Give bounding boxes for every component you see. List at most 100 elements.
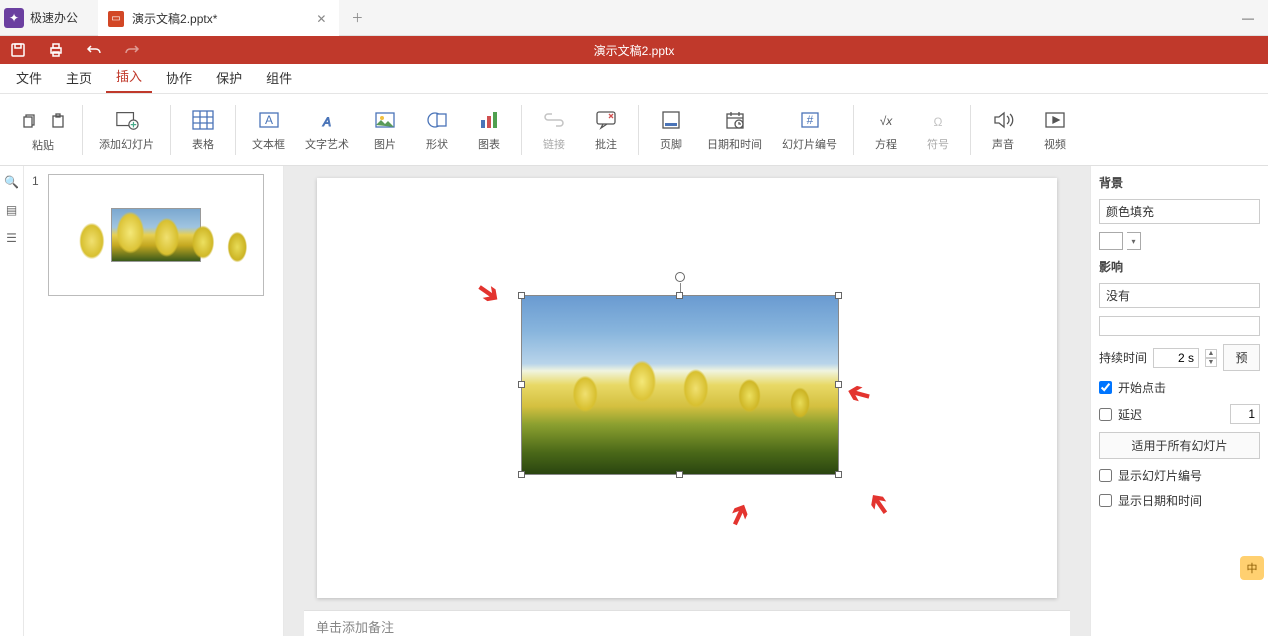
textart-icon: A [315,108,339,132]
comment-icon [594,108,618,132]
menu-bar: 文件 主页 插入 协作 保护 组件 [0,64,1268,94]
slidenum-icon: # [798,108,822,132]
menu-insert[interactable]: 插入 [106,60,152,93]
copy-icon[interactable] [14,107,42,135]
video-button[interactable]: 视频 [1033,104,1077,156]
symbol-icon: Ω [926,108,950,132]
window-title: 演示文稿2.pptx [594,42,675,59]
menu-components[interactable]: 组件 [256,62,302,93]
shape-icon [425,108,449,132]
add-tab-button[interactable]: ＋ [339,0,375,36]
textart-button[interactable]: A文字艺术 [299,104,355,156]
resize-handle-tl[interactable] [518,292,525,299]
menu-file[interactable]: 文件 [6,62,52,93]
slidenum-button[interactable]: #幻灯片编号 [776,104,843,156]
effect-select[interactable]: 没有 [1099,283,1260,308]
start-click-checkbox[interactable]: 开始点击 [1099,379,1260,396]
clipboard-icon[interactable] [44,107,72,135]
menu-collab[interactable]: 协作 [156,62,202,93]
left-rail: 🔍 ▤ ☰ [0,166,24,636]
delay-input[interactable] [1230,404,1260,424]
footer-icon [659,108,683,132]
slides-rail-icon[interactable]: ▤ [4,202,20,218]
close-tab-button[interactable]: ✕ [313,11,329,27]
table-icon [191,108,215,132]
duration-up[interactable]: ▲ [1205,349,1217,358]
datetime-button[interactable]: 日期和时间 [701,104,768,156]
minimize-button[interactable]: — [1228,0,1268,36]
print-icon[interactable] [46,40,66,60]
notes-placeholder[interactable]: 单击添加备注 [304,610,1070,636]
slide-panel: 1 [24,166,284,636]
search-rail-icon[interactable]: 🔍 [4,174,20,190]
video-icon [1043,108,1067,132]
image-button[interactable]: 图片 [363,104,407,156]
resize-handle-br[interactable] [835,471,842,478]
resize-handle-l[interactable] [518,381,525,388]
outline-rail-icon[interactable]: ☰ [4,230,20,246]
add-slide-icon [115,108,139,132]
delay-checkbox[interactable]: 延迟 [1099,406,1142,423]
preview-button[interactable]: 预 [1223,344,1260,371]
duration-input[interactable] [1153,348,1199,368]
comment-button[interactable]: 批注 [584,104,628,156]
svg-text:A: A [322,115,331,129]
effect-subselect[interactable] [1099,316,1260,336]
menu-protect[interactable]: 保护 [206,62,252,93]
tab-label: 演示文稿2.pptx* [132,10,217,27]
bg-section-title: 背景 [1099,174,1260,191]
slide-thumbnail[interactable] [48,174,264,296]
datetime-icon [723,108,747,132]
annotation-arrow: ➔ [470,272,508,312]
sound-button[interactable]: 声音 [981,104,1025,156]
save-icon[interactable] [8,40,28,60]
resize-handle-tr[interactable] [835,292,842,299]
menu-home[interactable]: 主页 [56,62,102,93]
show-datetime-checkbox[interactable]: 显示日期和时间 [1099,492,1260,509]
image-icon [373,108,397,132]
show-slidenum-checkbox[interactable]: 显示幻灯片编号 [1099,467,1260,484]
undo-icon[interactable] [84,40,104,60]
bg-fill-select[interactable]: 颜色填充 [1099,199,1260,224]
textbox-icon: A [257,108,281,132]
titlebar: ✦ 极速办公 ▭ 演示文稿2.pptx* ✕ ＋ — [0,0,1268,36]
symbol-button[interactable]: Ω符号 [916,104,960,156]
thumbnail-image [111,208,201,262]
link-button[interactable]: 链接 [532,104,576,156]
slide-number: 1 [32,174,42,296]
document-tab[interactable]: ▭ 演示文稿2.pptx* ✕ [98,0,339,36]
resize-handle-t[interactable] [676,292,683,299]
effect-section-title: 影响 [1099,258,1260,275]
rotate-handle[interactable] [675,272,685,282]
textbox-button[interactable]: A文本框 [246,104,291,156]
annotation-arrow: ➔ [858,485,898,523]
selected-image[interactable] [522,296,838,474]
slide-canvas[interactable]: ➔ ➔ ➔ ➔ [317,178,1057,598]
equation-button[interactable]: √x方程 [864,104,908,156]
svg-text:A: A [264,113,272,127]
ime-badge[interactable]: 中 [1240,556,1264,580]
apply-all-button[interactable]: 适用于所有幻灯片 [1099,432,1260,459]
app-name: 极速办公 [30,9,78,26]
shape-button[interactable]: 形状 [415,104,459,156]
svg-text:#: # [806,113,813,127]
annotation-arrow: ➔ [719,497,759,532]
ribbon: 粘贴 添加幻灯片 表格 A文本框 A文字艺术 图片 形状 图表 链接 批注 [0,94,1268,166]
bg-color-swatch[interactable] [1099,232,1123,250]
resize-handle-b[interactable] [676,471,683,478]
canvas-area: ➔ ➔ ➔ ➔ 单击添加备注 [284,166,1090,636]
footer-button[interactable]: 页脚 [649,104,693,156]
bg-color-dropdown[interactable]: ▾ [1127,232,1141,250]
redo-icon[interactable] [122,40,142,60]
chart-button[interactable]: 图表 [467,104,511,156]
resize-handle-bl[interactable] [518,471,525,478]
svg-text:Ω: Ω [934,115,943,129]
annotation-arrow: ➔ [843,376,874,414]
duration-down[interactable]: ▼ [1205,358,1217,367]
add-slide-button[interactable]: 添加幻灯片 [93,104,160,156]
duration-label: 持续时间 [1099,349,1147,366]
chart-icon [477,108,501,132]
table-button[interactable]: 表格 [181,104,225,156]
quick-access-toolbar: 演示文稿2.pptx [0,36,1268,64]
resize-handle-r[interactable] [835,381,842,388]
